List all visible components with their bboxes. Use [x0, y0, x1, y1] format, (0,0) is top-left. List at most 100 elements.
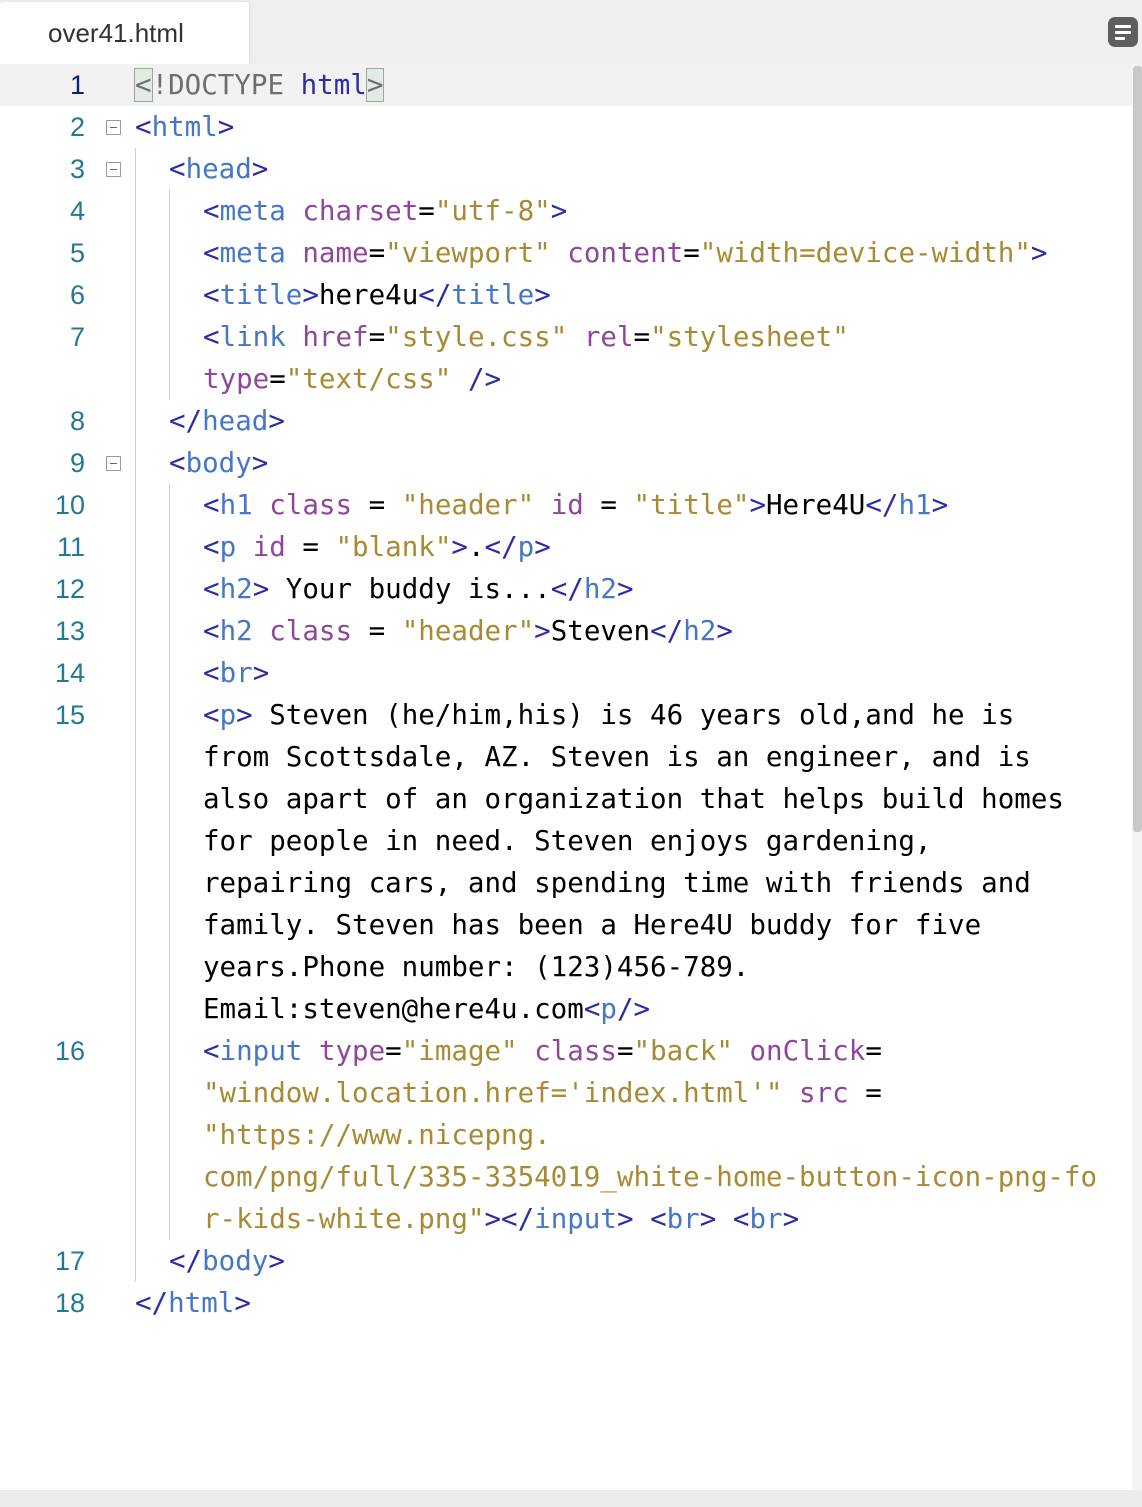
code-line[interactable]: for people in need. Steven enjoys garden…	[0, 820, 1132, 862]
code-token: id	[252, 531, 286, 563]
code-token: body	[202, 1245, 269, 1277]
code-token: <	[732, 1203, 750, 1235]
code-token: </	[484, 531, 518, 563]
code-token: body	[185, 447, 252, 479]
code-line[interactable]: 15 <p> Steven (he/him,his) is 46 years ol…	[0, 694, 1132, 736]
code-line[interactable]: 5 <meta name="viewport" content="width=de…	[0, 232, 1132, 274]
code-token: >	[234, 1287, 251, 1319]
code-line[interactable]: repairing cars, and spending time with f…	[0, 862, 1132, 904]
line-text: com/png/full/335-3354019_white-home-butt…	[203, 1156, 1097, 1198]
code-token: =	[285, 531, 336, 563]
code-line[interactable]: 16 <input type="image" class="back" onCli…	[0, 1030, 1132, 1072]
code-token: >	[534, 279, 551, 311]
code-token: class	[269, 615, 353, 647]
line-number: 16	[54, 1036, 85, 1066]
code-line[interactable]: 17 </body>	[0, 1240, 1132, 1282]
code-token: "width=device-width"	[699, 237, 1031, 269]
code-token: <	[203, 615, 220, 647]
code-token: h2	[583, 573, 617, 605]
code-line[interactable]: 7 <link href="style.css" rel="stylesheet"	[0, 316, 1132, 358]
code-token: "utf-8"	[434, 195, 551, 227]
line-number: 6	[69, 280, 85, 310]
code-token: repairing cars, and spending time with f…	[203, 867, 1031, 899]
code-token: content	[567, 237, 684, 269]
code-token: id	[550, 489, 584, 521]
code-token: <	[203, 489, 220, 521]
code-token: </	[169, 405, 203, 437]
code-line[interactable]: 2 <html>	[0, 106, 1132, 148]
code-line[interactable]: 11 <p id = "blank">.</p>	[0, 526, 1132, 568]
code-line[interactable]: 12 <h2> Your buddy is...</h2>	[0, 568, 1132, 610]
line-text: </body>	[169, 1240, 285, 1282]
code-line[interactable]: r-kids-white.png"></input> <br> <br>	[0, 1198, 1132, 1240]
code-token: "stylesheet"	[650, 321, 849, 353]
scrollbar-thumb[interactable]	[1133, 66, 1142, 832]
code-token: for people in need. Steven enjoys garden…	[203, 825, 932, 857]
code-token: >	[252, 657, 270, 689]
code-token: >	[616, 573, 634, 605]
code-token: >	[236, 699, 253, 731]
code-token: >	[534, 615, 551, 647]
code-token: </	[865, 489, 899, 521]
code-line[interactable]: 8 </head>	[0, 400, 1132, 442]
code-token: input	[534, 1203, 617, 1235]
line-text: <h2> Your buddy is...</h2>	[203, 568, 634, 610]
tab-bar: over41.html	[0, 0, 1142, 64]
fold-toggle-icon[interactable]	[106, 162, 121, 177]
code-line[interactable]: 3 <head>	[0, 148, 1132, 190]
code-line[interactable]: "https://www.nicepng.	[0, 1114, 1132, 1156]
code-editor[interactable]: 1 <!DOCTYPE html> 2 <html> 3 <head> 4 <meta cha…	[0, 64, 1132, 1490]
code-line[interactable]: years.Phone number: (123)456-789.	[0, 946, 1132, 988]
line-number: 3	[69, 154, 85, 184]
code-line[interactable]: 14 <br>	[0, 652, 1132, 694]
code-token: Email:steven@here4u.com	[203, 993, 584, 1025]
fold-toggle-icon[interactable]	[106, 456, 121, 471]
line-text: </html>	[135, 1282, 251, 1324]
file-tab[interactable]: over41.html	[0, 2, 249, 64]
code-token: =	[848, 1077, 882, 1109]
line-text: <h1 class = "header" id = "title">Here4U…	[203, 484, 948, 526]
code-token: <!DOCTYPE html>	[134, 68, 385, 102]
code-line[interactable]: family. Steven has been a Here4U buddy f…	[0, 904, 1132, 946]
code-line[interactable]: 1 <!DOCTYPE html>	[0, 64, 1132, 106]
code-line[interactable]: "window.location.href='index.html'" src …	[0, 1072, 1132, 1114]
code-lines: 1 <!DOCTYPE html> 2 <html> 3 <head> 4 <meta cha…	[0, 64, 1132, 1324]
line-number: 18	[54, 1288, 85, 1318]
line-text: <input type="image" class="back" onClick…	[203, 1030, 882, 1072]
code-token: onClick	[749, 1035, 866, 1067]
line-number: 14	[54, 658, 85, 688]
fold-toggle-icon[interactable]	[106, 120, 121, 135]
code-token: </	[650, 615, 684, 647]
code-token: <	[203, 531, 220, 563]
code-line[interactable]: Email:steven@here4u.com<p/>	[0, 988, 1132, 1030]
code-token: name	[302, 237, 369, 269]
code-token: >	[716, 615, 733, 647]
code-line[interactable]: 10 <h1 class = "header" id = "title">Here…	[0, 484, 1132, 526]
code-line[interactable]: from Scottsdale, AZ. Steven is an engine…	[0, 736, 1132, 778]
line-text: for people in need. Steven enjoys garden…	[203, 820, 931, 862]
code-token: "style.css"	[385, 321, 568, 353]
line-text: <br>	[203, 652, 269, 694]
code-line[interactable]: com/png/full/335-3354019_white-home-butt…	[0, 1156, 1132, 1198]
code-token: Here4U	[766, 489, 866, 521]
code-token: .	[467, 531, 485, 563]
code-line[interactable]: 9 <body>	[0, 442, 1132, 484]
code-line[interactable]: 6 <title>here4u</title>	[0, 274, 1132, 316]
code-line[interactable]: type="text/css" />	[0, 358, 1132, 400]
code-line[interactable]: 13 <h2 class = "header">Steven</h2>	[0, 610, 1132, 652]
code-token: p	[219, 531, 237, 563]
code-line[interactable]: 4 <meta charset="utf-8">	[0, 190, 1132, 232]
line-text: <!DOCTYPE html>	[134, 64, 385, 106]
vertical-scrollbar[interactable]	[1132, 64, 1142, 1490]
line-number: 17	[54, 1246, 85, 1276]
code-token: =	[368, 237, 386, 269]
code-token: com/png/full/335-3354019_white-home-butt…	[203, 1161, 1098, 1193]
code-line[interactable]: also apart of an organization that helps…	[0, 778, 1132, 820]
document-menu-icon[interactable]	[1108, 17, 1138, 47]
code-line[interactable]: 18 </html>	[0, 1282, 1132, 1324]
code-token: p	[517, 531, 535, 563]
